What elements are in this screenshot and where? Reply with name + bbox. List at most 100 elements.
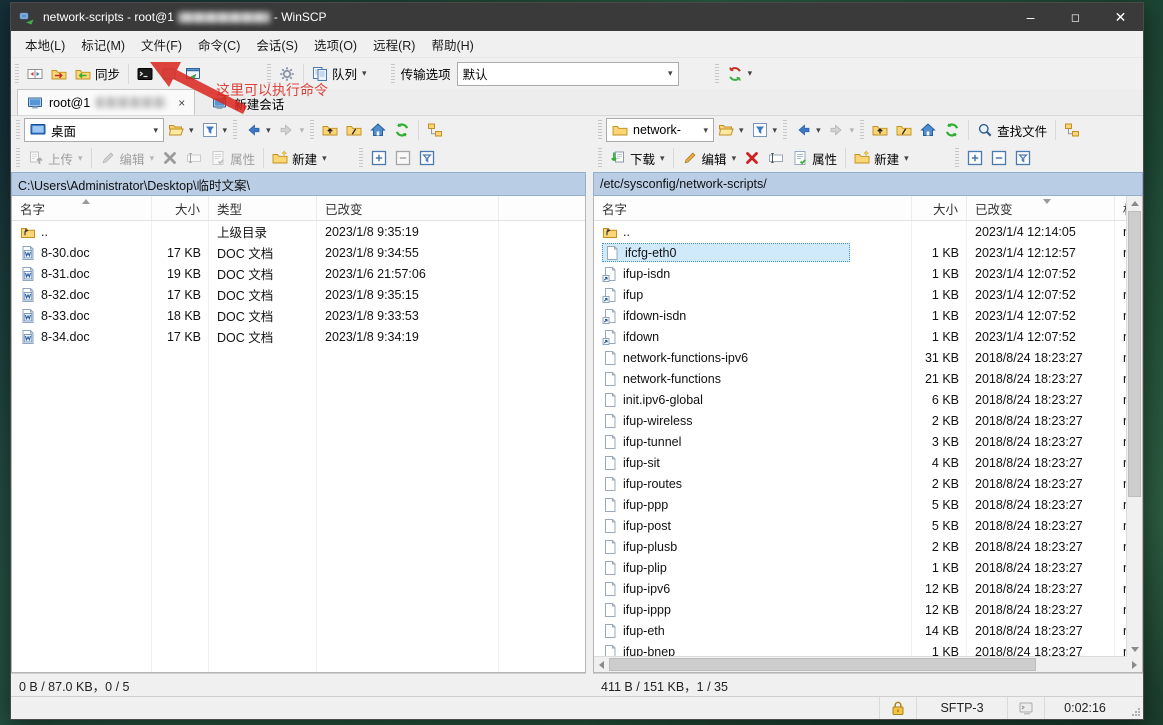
file-row[interactable]: ..上级目录2023/1/8 9:35:19 xyxy=(12,221,585,242)
column-header-size[interactable]: 大小 xyxy=(912,196,967,220)
remote-rename-button[interactable] xyxy=(764,146,788,170)
file-row[interactable]: network-functions21 KB2018/8/24 18:23:27… xyxy=(594,368,1142,389)
remote-forward-button[interactable]: ▾ xyxy=(825,118,859,142)
local-rename-button[interactable] xyxy=(182,146,206,170)
local-path-bar[interactable]: C:\Users\Administrator\Desktop\临时文案\ xyxy=(11,172,586,196)
file-row[interactable]: ifup-plip1 KB2018/8/24 18:23:27rw xyxy=(594,557,1142,578)
open-in-putty-button[interactable] xyxy=(181,62,205,86)
file-row[interactable]: ifup-bnep1 KB2018/8/24 18:23:27rw xyxy=(594,641,1142,656)
local-select-button[interactable] xyxy=(367,146,391,170)
file-row[interactable]: ifup-ppp5 KB2018/8/24 18:23:27rw xyxy=(594,494,1142,515)
remote-select-button[interactable] xyxy=(963,146,987,170)
local-unselect-button[interactable] xyxy=(391,146,415,170)
local-root-dir-button[interactable] xyxy=(342,118,366,142)
menu-item-session[interactable]: 会话(S) xyxy=(248,31,306,58)
file-row[interactable]: 8-34.doc17 KBDOC 文档2023/1/8 9:34:19 xyxy=(12,326,585,347)
remote-sync-browsing-button[interactable] xyxy=(1060,118,1084,142)
column-header-changed[interactable]: 已改变 xyxy=(967,196,1115,220)
synchronize-button[interactable]: 同步 xyxy=(71,62,124,86)
remote-unselect-button[interactable] xyxy=(987,146,1011,170)
queue-button[interactable]: 队列▾ xyxy=(308,62,371,86)
menu-item-options[interactable]: 选项(O) xyxy=(306,31,365,58)
file-row[interactable]: ..2023/1/4 12:14:05rw xyxy=(594,221,1142,242)
file-row[interactable]: 8-33.doc18 KBDOC 文档2023/1/8 9:33:53 xyxy=(12,305,585,326)
local-delete-button[interactable] xyxy=(158,146,182,170)
remote-dir-select[interactable]: network- ▾ xyxy=(606,118,714,142)
upload-button[interactable]: 上传▾ xyxy=(24,146,87,170)
scrollbar-thumb[interactable] xyxy=(1128,211,1141,497)
find-files-button[interactable]: 查找文件 xyxy=(973,118,1051,142)
file-row[interactable]: ifup-post5 KB2018/8/24 18:23:27rw xyxy=(594,515,1142,536)
column-header-name[interactable]: 名字 xyxy=(594,196,912,220)
remote-new-button[interactable]: 新建▾ xyxy=(850,146,913,170)
close-button[interactable]: ✕ xyxy=(1098,3,1143,31)
file-row[interactable]: ifup-ipv612 KB2018/8/24 18:23:27rw xyxy=(594,578,1142,599)
file-row[interactable]: ifup1 KB2023/1/4 12:07:52rw xyxy=(594,284,1142,305)
open-console-button[interactable] xyxy=(133,62,157,86)
transfer-preset-select[interactable]: 默认 ▾ xyxy=(457,62,679,86)
console-status-cell[interactable] xyxy=(1008,697,1045,719)
compare-directories-button[interactable] xyxy=(23,62,47,86)
remote-delete-button[interactable] xyxy=(740,146,764,170)
protocol-cell[interactable]: SFTP-3 xyxy=(917,697,1008,719)
remote-root-dir-button[interactable] xyxy=(892,118,916,142)
remote-path-bar[interactable]: /etc/sysconfig/network-scripts/ xyxy=(593,172,1143,196)
file-row[interactable]: ifup-routes2 KB2018/8/24 18:23:27rw xyxy=(594,473,1142,494)
local-properties-button[interactable]: 属性 xyxy=(206,146,259,170)
new-session-tab[interactable]: 新建会话 xyxy=(203,91,293,115)
remote-refresh-button[interactable] xyxy=(940,118,964,142)
local-sync-browsing-button[interactable] xyxy=(423,118,447,142)
local-parent-dir-button[interactable] xyxy=(318,118,342,142)
remote-parent-dir-button[interactable] xyxy=(868,118,892,142)
remote-filter-button[interactable]: ▾ xyxy=(748,118,782,142)
remote-open-dir-button[interactable]: ▾ xyxy=(714,118,748,142)
scrollbar-thumb[interactable] xyxy=(609,658,1036,671)
scroll-right-icon[interactable] xyxy=(1127,657,1142,672)
toolbar-grip[interactable] xyxy=(267,64,271,84)
transfer-settings-button[interactable]: ▾ xyxy=(723,62,757,86)
file-row[interactable]: ifup-plusb2 KB2018/8/24 18:23:27rw xyxy=(594,536,1142,557)
file-row[interactable]: ifup-isdn1 KB2023/1/4 12:07:52rw xyxy=(594,263,1142,284)
local-edit-button[interactable]: 编辑▾ xyxy=(96,146,159,170)
local-home-button[interactable] xyxy=(366,118,390,142)
remote-home-button[interactable] xyxy=(916,118,940,142)
remote-vertical-scrollbar[interactable] xyxy=(1126,196,1142,657)
sync-remote-button[interactable] xyxy=(47,62,71,86)
file-row[interactable]: ifdown1 KB2023/1/4 12:07:52rw xyxy=(594,326,1142,347)
scroll-up-icon[interactable] xyxy=(1127,196,1142,211)
file-row[interactable]: ifup-tunnel3 KB2018/8/24 18:23:27rw xyxy=(594,431,1142,452)
file-row[interactable]: ifup-wireless2 KB2018/8/24 18:23:27rw xyxy=(594,410,1142,431)
toolbar-grip[interactable] xyxy=(15,64,19,84)
menu-item-command[interactable]: 命令(C) xyxy=(190,31,248,58)
file-row[interactable]: ifcfg-eth01 KB2023/1/4 12:12:57rw xyxy=(594,242,1142,263)
preferences-gear-icon[interactable] xyxy=(275,62,299,86)
remote-back-button[interactable]: ▾ xyxy=(791,118,825,142)
menu-item-file[interactable]: 文件(F) xyxy=(133,31,190,58)
close-tab-icon[interactable]: × xyxy=(178,96,185,110)
menu-item-help[interactable]: 帮助(H) xyxy=(423,31,481,58)
local-refresh-button[interactable] xyxy=(390,118,414,142)
file-row[interactable]: init.ipv6-global6 KB2018/8/24 18:23:27rw xyxy=(594,389,1142,410)
file-row[interactable]: 8-31.doc19 KBDOC 文档2023/1/6 21:57:06 xyxy=(12,263,585,284)
toolbar-grip[interactable] xyxy=(715,64,719,84)
file-row[interactable]: ifup-ippp12 KB2018/8/24 18:23:27rw xyxy=(594,599,1142,620)
session-tab[interactable]: root@1 × xyxy=(17,89,195,115)
column-header-changed[interactable]: 已改变 xyxy=(317,196,499,220)
scroll-down-icon[interactable] xyxy=(1127,642,1142,657)
local-new-button[interactable]: 新建▾ xyxy=(268,146,331,170)
menu-item-mark[interactable]: 标记(M) xyxy=(73,31,133,58)
local-forward-button[interactable]: ▾ xyxy=(275,118,309,142)
column-header-type[interactable]: 类型 xyxy=(209,196,317,220)
file-row[interactable]: ifdown-isdn1 KB2023/1/4 12:07:52rw xyxy=(594,305,1142,326)
remote-selection-filter-button[interactable] xyxy=(1011,146,1035,170)
menu-item-local[interactable]: 本地(L) xyxy=(17,31,73,58)
minimize-button[interactable]: – xyxy=(1008,3,1053,31)
local-selection-filter-button[interactable] xyxy=(415,146,439,170)
hidden-toolbar-button[interactable] xyxy=(157,62,181,86)
local-open-dir-button[interactable]: ▾ xyxy=(164,118,198,142)
file-row[interactable]: ifup-eth14 KB2018/8/24 18:23:27rw xyxy=(594,620,1142,641)
local-back-button[interactable]: ▾ xyxy=(241,118,275,142)
remote-properties-button[interactable]: 属性 xyxy=(788,146,841,170)
remote-horizontal-scrollbar[interactable] xyxy=(594,656,1142,672)
menu-item-remote[interactable]: 远程(R) xyxy=(365,31,423,58)
